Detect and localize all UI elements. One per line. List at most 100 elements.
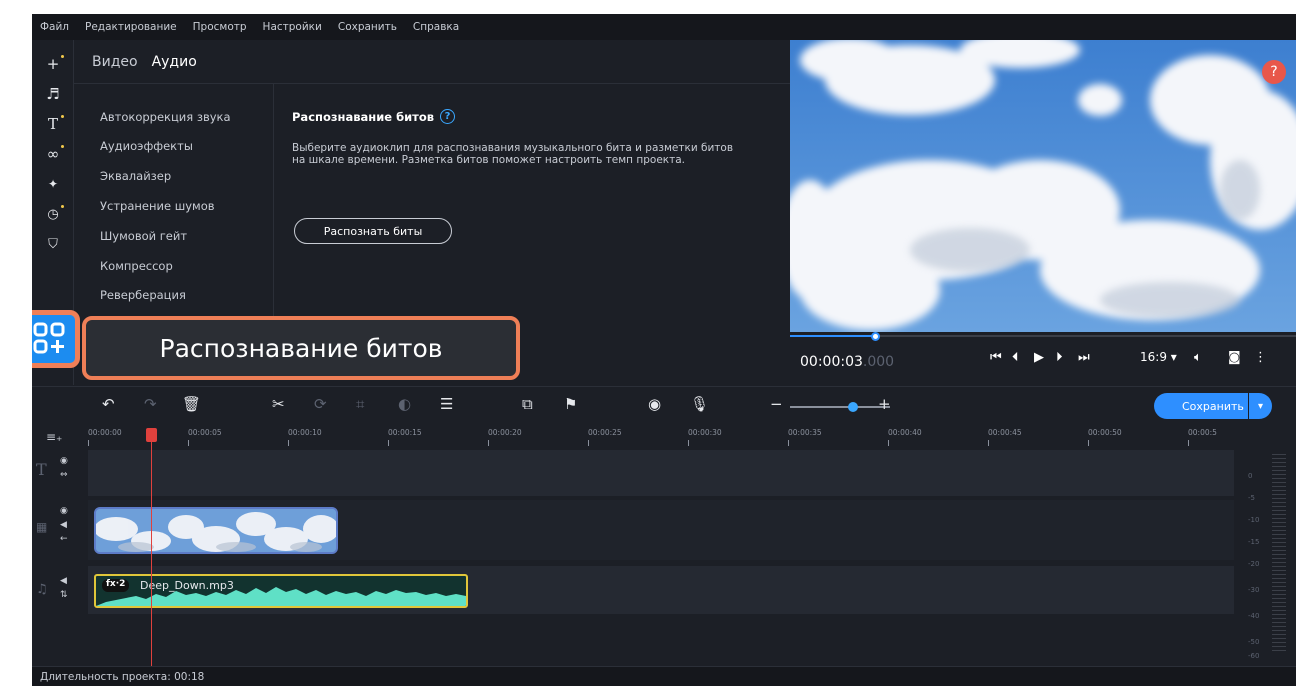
- aspect-ratio-value: 16:9: [1140, 350, 1167, 364]
- list-item[interactable]: Компрессор: [100, 259, 173, 273]
- add-files-icon[interactable]: +: [40, 52, 66, 76]
- ruler-tick: 00:00:20: [488, 428, 522, 446]
- crop-icon[interactable]: ⌗: [356, 395, 364, 413]
- titles-track[interactable]: [88, 450, 1234, 496]
- list-item[interactable]: Реверберация: [100, 288, 186, 302]
- beat-detection-panel: Распознавание битов ? Выберите аудиоклип…: [292, 109, 762, 166]
- overlay-icon[interactable]: ⧉: [522, 395, 533, 413]
- prev-frame-icon[interactable]: ⏴: [1012, 350, 1019, 365]
- callout-label: Распознавание битов: [82, 316, 520, 380]
- redo-icon[interactable]: ↷: [144, 395, 157, 413]
- list-item[interactable]: Эквалайзер: [100, 169, 171, 183]
- fx-badge[interactable]: fx·2: [102, 579, 130, 592]
- rotate-icon[interactable]: ⟳: [314, 395, 327, 413]
- add-track-icon[interactable]: ≡₊: [46, 430, 62, 444]
- video-clip[interactable]: [94, 507, 338, 554]
- help-button[interactable]: ?: [1262, 60, 1286, 84]
- text-track-icon: T: [36, 460, 47, 479]
- link-icon[interactable]: ⇅: [60, 590, 68, 600]
- next-frame-icon[interactable]: ⏵: [1056, 350, 1063, 365]
- ruler-tick: 00:00:10: [288, 428, 322, 446]
- meter-label: 0: [1248, 472, 1253, 480]
- new-dot: [61, 115, 64, 118]
- magic-icon[interactable]: ✦: [40, 172, 66, 196]
- meter-label: -20: [1248, 560, 1260, 568]
- play-icon[interactable]: ▶: [1034, 350, 1044, 365]
- zoom-slider-knob[interactable]: [848, 402, 858, 412]
- visibility-icon[interactable]: ◉: [60, 456, 68, 466]
- meter-label: -60: [1248, 652, 1260, 660]
- aspect-ratio-select[interactable]: 16:9 ▾: [1140, 350, 1177, 364]
- tab-audio[interactable]: Аудио: [152, 54, 197, 70]
- help-icon[interactable]: ?: [440, 109, 456, 124]
- section-title: Распознавание битов: [292, 109, 435, 124]
- music-icon[interactable]: ♬: [40, 82, 66, 106]
- timeline-ruler[interactable]: 00:00:00 00:00:05 00:00:10 00:00:15 00:0…: [88, 428, 1262, 448]
- zoom-out-icon[interactable]: −: [770, 395, 783, 413]
- link-icon[interactable]: ⇔: [60, 470, 68, 480]
- progress-knob[interactable]: [871, 332, 881, 341]
- stickers-icon[interactable]: ⛉: [40, 232, 66, 256]
- ruler-tick: 00:00:05: [188, 428, 222, 446]
- progress-fill: [790, 335, 877, 337]
- snapshot-icon[interactable]: ◙: [1228, 350, 1241, 365]
- zoom-in-icon[interactable]: +: [878, 395, 891, 413]
- detect-beats-button[interactable]: Распознать биты: [294, 218, 452, 244]
- volume-icon[interactable]: ◀: [60, 576, 67, 586]
- flag-icon[interactable]: ⚑: [564, 395, 577, 413]
- meter-label: -30: [1248, 586, 1260, 594]
- audio-tools-list: Автокоррекция звука Аудиоэффекты Эквалай…: [74, 84, 274, 319]
- section-description: Выберите аудиоклип для распознавания муз…: [292, 142, 734, 166]
- status-bar: Длительность проекта: 00:18: [32, 666, 1296, 686]
- meter-label: -50: [1248, 638, 1260, 646]
- meter-label: -15: [1248, 538, 1260, 546]
- microphone-icon[interactable]: 🎙︎: [690, 395, 709, 413]
- menu-help[interactable]: Справка: [405, 21, 467, 33]
- meter-label: -40: [1248, 612, 1260, 620]
- more-icon[interactable]: ⋮: [1254, 350, 1267, 365]
- delete-icon[interactable]: 🗑︎: [182, 395, 201, 413]
- undo-icon[interactable]: ↶: [102, 395, 115, 413]
- clock-icon[interactable]: ◷: [40, 202, 66, 226]
- preview-progress[interactable]: [790, 332, 1296, 341]
- titles-icon[interactable]: T: [40, 112, 66, 136]
- video-clip-thumbnail: [96, 509, 336, 552]
- more-tools-button[interactable]: [32, 310, 80, 368]
- playhead-handle[interactable]: [146, 428, 157, 442]
- mute-icon[interactable]: ◀: [60, 520, 67, 530]
- level-meter: 0 -5 -10 -15 -20 -30 -40 -50 -60: [1236, 448, 1296, 668]
- list-item[interactable]: Устранение шумов: [100, 199, 215, 213]
- sky-clouds-image: [790, 40, 1296, 332]
- transitions-icon[interactable]: ∞: [40, 142, 66, 166]
- color-adjust-icon[interactable]: ◐: [398, 395, 411, 413]
- menu-file[interactable]: Файл: [32, 21, 77, 33]
- clip-properties-icon[interactable]: ☰: [440, 395, 453, 413]
- timeline-toolbar: ↶ ↷ 🗑︎ ✂ ⟳ ⌗ ◐ ☰ ⧉ ⚑ ◉ 🎙︎ − + Сохранить …: [32, 386, 1296, 426]
- ruler-tick: 00:00:25: [588, 428, 622, 446]
- zoom-slider[interactable]: [790, 402, 890, 412]
- skip-start-icon[interactable]: ⏮: [990, 350, 1002, 365]
- playhead-line: [151, 442, 152, 668]
- tab-video[interactable]: Видео: [92, 54, 138, 70]
- skip-end-icon[interactable]: ⏭: [1078, 350, 1090, 365]
- section-title-row: Распознавание битов ?: [292, 109, 762, 124]
- menu-settings[interactable]: Настройки: [255, 21, 330, 33]
- save-button[interactable]: Сохранить ▾: [1154, 393, 1272, 419]
- new-dot: [61, 205, 64, 208]
- list-item[interactable]: Аудиоэффекты: [100, 139, 193, 153]
- menu-view[interactable]: Просмотр: [185, 21, 255, 33]
- menu-edit[interactable]: Редактирование: [77, 21, 185, 33]
- timecode-main: 00:00:03: [800, 354, 863, 370]
- chevron-down-icon[interactable]: ▾: [1248, 393, 1272, 419]
- webcam-icon[interactable]: ◉: [648, 395, 661, 413]
- cut-icon[interactable]: ✂: [272, 395, 285, 413]
- link-icon[interactable]: ←: [60, 534, 68, 544]
- visibility-icon[interactable]: ◉: [60, 506, 68, 516]
- audio-track-icon: ♫: [36, 582, 48, 597]
- timecode: 00:00:03.000: [800, 354, 894, 370]
- list-item[interactable]: Автокоррекция звука: [100, 110, 231, 124]
- volume-icon[interactable]: 🔈︎: [1194, 350, 1202, 365]
- menu-save[interactable]: Сохранить: [330, 21, 405, 33]
- list-item[interactable]: Шумовой гейт: [100, 229, 187, 243]
- ruler-tick: 00:00:15: [388, 428, 422, 446]
